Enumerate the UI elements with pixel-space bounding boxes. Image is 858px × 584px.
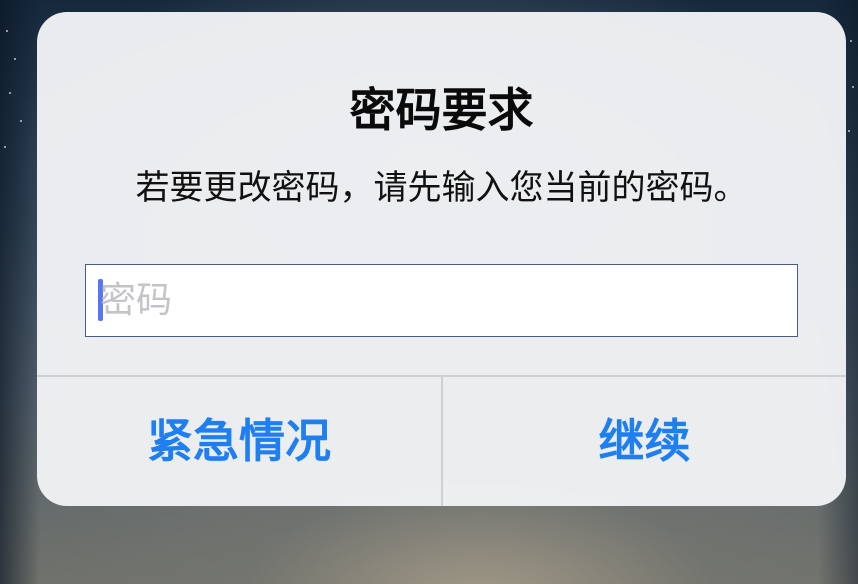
wallpaper-left-shade bbox=[0, 0, 40, 584]
password-input[interactable] bbox=[100, 265, 780, 336]
password-field[interactable] bbox=[85, 264, 798, 337]
emergency-button[interactable]: 紧急情况 bbox=[37, 377, 441, 506]
wallpaper-star bbox=[848, 130, 850, 132]
wallpaper-star bbox=[4, 146, 6, 148]
alert-message: 若要更改密码，请先输入您当前的密码。 bbox=[135, 168, 748, 208]
wallpaper-star bbox=[9, 92, 11, 94]
password-required-alert: 密码要求 若要更改密码，请先输入您当前的密码。 紧急情况 继续 bbox=[37, 12, 846, 506]
wallpaper-star bbox=[850, 40, 852, 42]
continue-button[interactable]: 继续 bbox=[443, 377, 846, 506]
alert-title: 密码要求 bbox=[349, 83, 534, 137]
wallpaper-star bbox=[20, 120, 22, 122]
wallpaper-star bbox=[6, 30, 8, 32]
wallpaper-star bbox=[852, 86, 854, 88]
wallpaper-star bbox=[14, 58, 16, 60]
